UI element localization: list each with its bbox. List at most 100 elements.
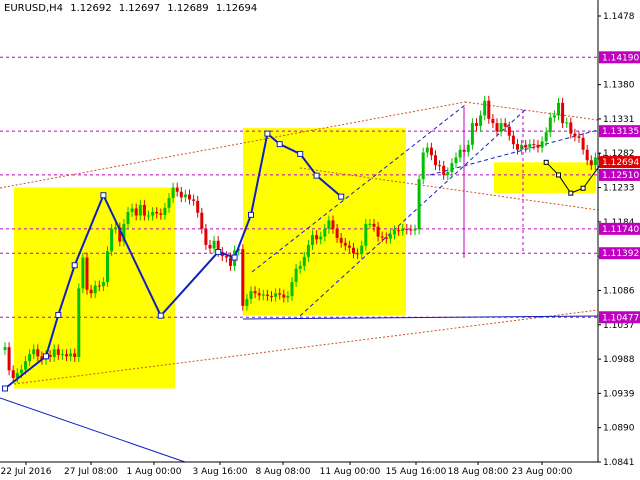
candle-body bbox=[442, 165, 446, 175]
y-tick-label: 1.0939 bbox=[603, 389, 635, 399]
candle-body bbox=[229, 257, 232, 266]
candle-body bbox=[134, 208, 138, 216]
candle-body bbox=[52, 349, 56, 357]
candle-body bbox=[179, 191, 183, 198]
candle-body bbox=[249, 291, 253, 299]
candle-body bbox=[347, 245, 351, 248]
candle-body bbox=[585, 149, 589, 161]
x-tick-label: 15 Aug 16:00 bbox=[386, 467, 447, 477]
candle-body bbox=[155, 212, 159, 214]
forecast-node bbox=[580, 185, 586, 191]
candle-body bbox=[470, 123, 474, 145]
candle-body bbox=[421, 152, 425, 180]
candle-body bbox=[171, 187, 175, 199]
current-price-label: 1.12694 bbox=[602, 158, 639, 168]
candle-body bbox=[561, 102, 565, 124]
candle-body bbox=[265, 294, 269, 297]
candle-body bbox=[167, 198, 171, 208]
candle-body bbox=[114, 227, 118, 229]
candle-body bbox=[384, 237, 388, 239]
candle-body bbox=[528, 144, 532, 148]
y-tick-label: 1.0841 bbox=[603, 458, 635, 468]
x-tick-label: 3 Aug 16:00 bbox=[193, 467, 248, 477]
candle-body bbox=[466, 144, 470, 152]
candle-body bbox=[257, 293, 261, 296]
candle-body bbox=[339, 237, 343, 243]
candle-body bbox=[274, 293, 278, 297]
wave-node bbox=[276, 141, 283, 148]
candle-body bbox=[511, 135, 515, 145]
candle-body bbox=[536, 144, 540, 148]
wave-node bbox=[43, 353, 49, 360]
candle-body bbox=[286, 296, 290, 298]
candle-body bbox=[282, 294, 286, 298]
x-tick-label: 27 Jul 08:00 bbox=[64, 467, 118, 477]
candle-body bbox=[147, 215, 150, 217]
candle-body bbox=[315, 235, 319, 240]
candle-body bbox=[475, 123, 478, 126]
candle-body bbox=[581, 137, 585, 150]
candle-body bbox=[343, 242, 347, 246]
candle-body bbox=[278, 293, 282, 295]
candle-body bbox=[458, 149, 462, 158]
candle-body bbox=[417, 179, 421, 230]
candle-body bbox=[241, 249, 245, 306]
candle-body bbox=[401, 228, 405, 231]
candle-body bbox=[151, 212, 155, 216]
wave-node bbox=[157, 312, 164, 319]
candle-body bbox=[573, 133, 577, 137]
candle-body bbox=[405, 228, 409, 230]
wave-node bbox=[71, 262, 78, 269]
candle-body bbox=[552, 115, 556, 118]
candle-body bbox=[24, 361, 27, 370]
candle-body bbox=[163, 207, 167, 215]
candle-body bbox=[245, 298, 249, 306]
candle-body bbox=[368, 223, 372, 225]
candle-body bbox=[487, 100, 491, 119]
candle-body bbox=[11, 370, 15, 378]
wave-node bbox=[231, 254, 238, 261]
candle-body bbox=[331, 220, 335, 229]
wave-node bbox=[215, 248, 222, 255]
forecast-node bbox=[568, 190, 574, 196]
trend-line-bottom bbox=[0, 397, 186, 463]
candle-body bbox=[110, 228, 114, 252]
price-chart[interactable]: 1.14781.13801.13311.12821.12331.11841.11… bbox=[0, 0, 640, 480]
wave-node bbox=[248, 211, 254, 218]
candle-body bbox=[294, 268, 298, 283]
y-tick-label: 1.1380 bbox=[603, 81, 635, 91]
candle-body bbox=[434, 155, 437, 166]
candle-body bbox=[589, 160, 593, 166]
x-tick-label: 22 Jul 2016 bbox=[1, 467, 52, 477]
candle-body bbox=[483, 100, 487, 116]
candle-body bbox=[557, 102, 560, 116]
candle-body bbox=[306, 244, 310, 257]
candle-body bbox=[77, 288, 81, 357]
x-tick-label: 11 Aug 00:00 bbox=[320, 467, 381, 477]
y-tick-label: 1.1331 bbox=[603, 115, 635, 125]
candle-body bbox=[524, 144, 528, 148]
candle-body bbox=[204, 228, 208, 245]
wave-node bbox=[297, 150, 304, 157]
candle-body bbox=[409, 229, 413, 231]
candle-body bbox=[319, 236, 323, 240]
candle-body bbox=[28, 354, 32, 362]
wave-node bbox=[100, 192, 107, 199]
candle-body bbox=[97, 285, 101, 287]
candle-body bbox=[454, 157, 458, 164]
candle-body bbox=[101, 282, 105, 287]
candle-body bbox=[446, 172, 450, 175]
candle-body bbox=[208, 244, 212, 249]
candle-body bbox=[196, 200, 200, 213]
candle-body bbox=[397, 230, 401, 232]
candle-body bbox=[183, 194, 187, 198]
candle-body bbox=[540, 141, 544, 148]
candle-body bbox=[19, 369, 23, 374]
candle-body bbox=[577, 136, 581, 138]
candle-body bbox=[311, 235, 314, 245]
level-price-label: 1.12510 bbox=[602, 171, 639, 181]
candle-body bbox=[425, 147, 429, 153]
forecast-node bbox=[543, 159, 549, 165]
level-price-label: 1.13135 bbox=[602, 127, 639, 137]
x-tick-label: 8 Aug 08:00 bbox=[256, 467, 311, 477]
